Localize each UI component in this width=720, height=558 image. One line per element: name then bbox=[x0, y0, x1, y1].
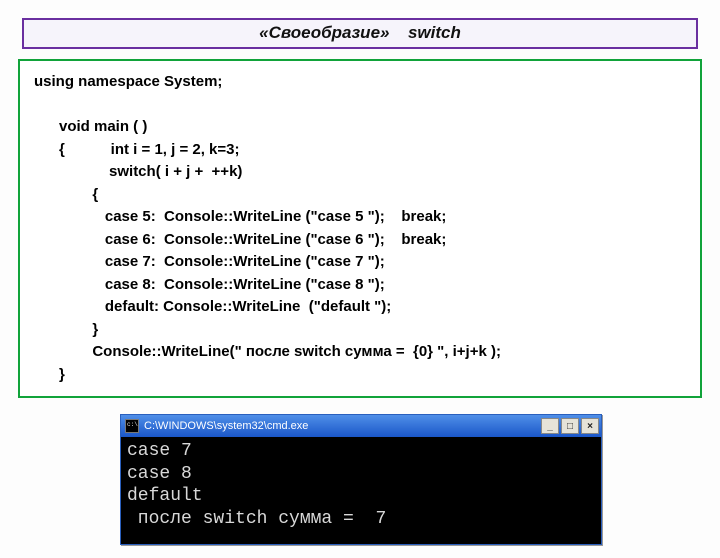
cmd-window: C:\WINDOWS\system32\cmd.exe _ □ × case 7… bbox=[120, 414, 602, 545]
cmd-titlebar: C:\WINDOWS\system32\cmd.exe _ □ × bbox=[121, 415, 601, 437]
cmd-output: case 7 case 8 default после switch сумма… bbox=[121, 437, 601, 544]
close-button[interactable]: × bbox=[581, 418, 599, 434]
maximize-button[interactable]: □ bbox=[561, 418, 579, 434]
cmd-icon bbox=[125, 419, 139, 433]
window-buttons: _ □ × bbox=[541, 418, 599, 434]
minimize-button[interactable]: _ bbox=[541, 418, 559, 434]
cmd-title: C:\WINDOWS\system32\cmd.exe bbox=[144, 420, 541, 432]
title-left: «Своеобразие» bbox=[259, 23, 389, 42]
title-keyword: switch bbox=[408, 23, 461, 42]
slide-title-frame: «Своеобразие» switch bbox=[22, 18, 698, 49]
code-listing: using namespace System; void main ( ) { … bbox=[34, 71, 686, 386]
code-listing-frame: using namespace System; void main ( ) { … bbox=[18, 59, 702, 398]
